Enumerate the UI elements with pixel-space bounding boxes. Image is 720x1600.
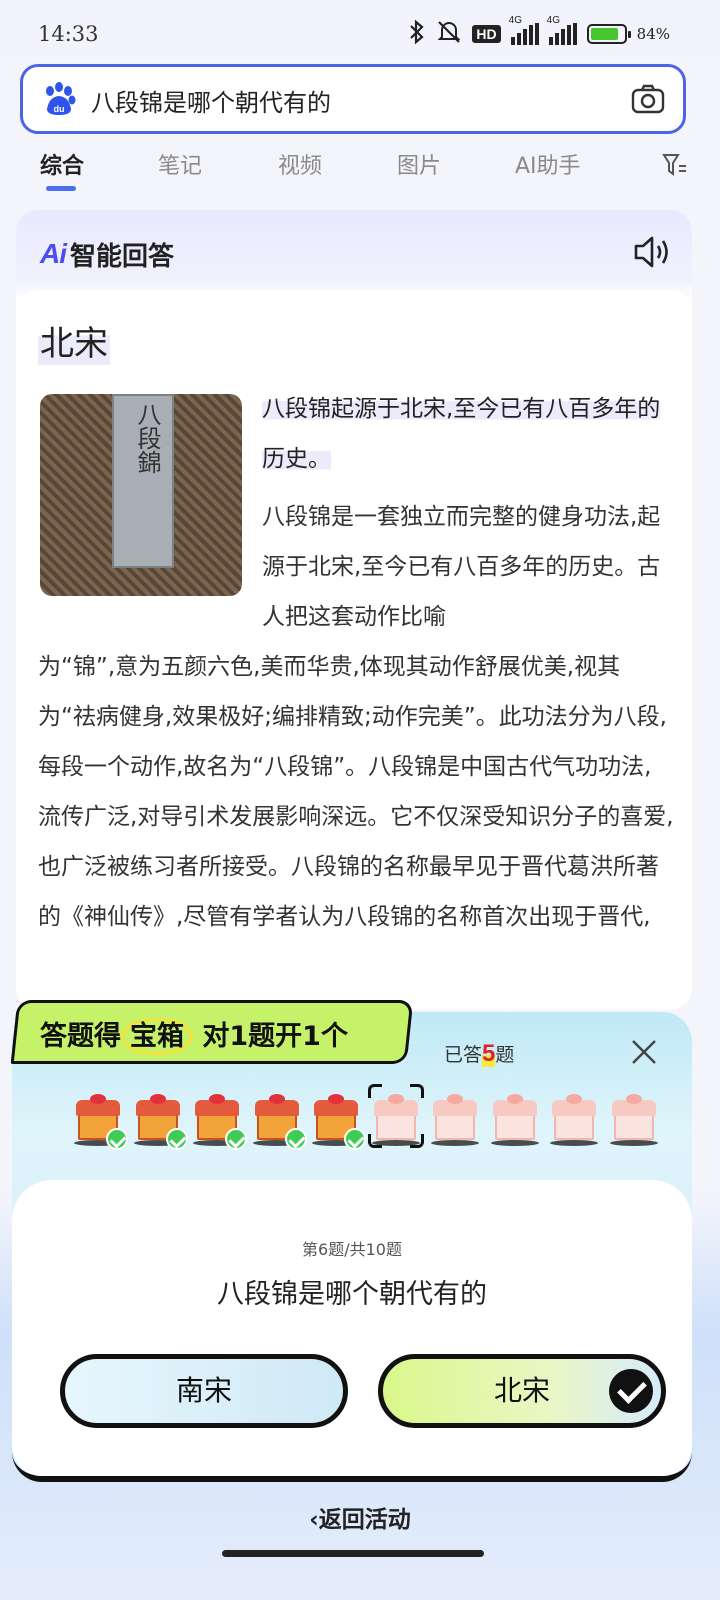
treasure-chest-locked-icon (431, 1094, 479, 1146)
search-tabs: 综合 笔记 视频 图片 AI助手 (0, 140, 720, 196)
filter-icon[interactable] (662, 152, 688, 178)
treasure-chest-opened-icon (133, 1094, 188, 1150)
answer-title: 北宋 (38, 316, 110, 365)
treasure-chest-opened-icon (252, 1094, 307, 1150)
chest-progress-row (62, 1084, 662, 1164)
answer-paragraph-right: 八段锦是一套独立而完整的健身功法,起源于北宋,至今已有八百多年的历史。古人把这套… (262, 504, 661, 630)
check-badge-icon (284, 1128, 307, 1150)
status-bar: 14:33 HD 4G 4G 84% (0, 0, 720, 62)
mute-bell-icon (436, 19, 462, 50)
battery-icon (586, 24, 631, 44)
battery-percent: 84% (636, 25, 670, 43)
option-button-2[interactable]: 北宋 (378, 1354, 666, 1428)
home-indicator[interactable] (222, 1550, 484, 1557)
current-chest-frame (367, 1084, 424, 1148)
treasure-chest-opened-icon (74, 1094, 128, 1150)
tab-comprehensive[interactable]: 综合 (40, 148, 84, 180)
answer-paragraph-full: 为“锦”,意为五颜六色,美而华贵,体现其动作舒展优美,视其为“祛病健身,效果极好… (38, 654, 674, 930)
close-icon[interactable] (630, 1038, 658, 1066)
quiz-panel: 答题得 宝箱 对1题开1个 已答5题 第6题/共10题 八段锦是哪个朝代有的 南宋… (10, 1000, 692, 1482)
speaker-icon[interactable] (632, 232, 672, 272)
option-label: 南宋 (175, 1374, 232, 1407)
question-text: 八段锦是哪个朝代有的 (217, 1279, 487, 1310)
svg-text:du: du (54, 104, 65, 114)
check-circle-icon (609, 1369, 653, 1413)
tab-videos[interactable]: 视频 (278, 148, 322, 180)
treasure-chest-opened-icon (193, 1094, 247, 1150)
quiz-banner-text: 答题得 宝箱 对1题开1个 (40, 1014, 348, 1055)
check-badge-icon (106, 1128, 128, 1150)
ai-answer-body: 北宋 八段錦 八段锦起源于北宋,至今已有八百多年的历史。 八段锦是一套独立而完整… (16, 290, 692, 1010)
answer-image[interactable]: 八段錦 (40, 394, 242, 596)
tab-ai-assistant[interactable]: AI助手 (515, 148, 581, 180)
battery-fill (590, 28, 618, 40)
treasure-chest-locked-icon (550, 1094, 598, 1146)
signal-icon-1: 4G (509, 15, 539, 45)
option-button-1[interactable]: 南宋 (60, 1354, 348, 1428)
check-badge-icon (225, 1128, 247, 1150)
search-box[interactable]: du 八段锦是哪个朝代有的 (20, 64, 686, 134)
treasure-chest-locked-icon (609, 1094, 658, 1146)
tab-active-indicator (46, 186, 76, 191)
book-title-text: 八段錦 (133, 402, 161, 474)
answer-highlight: 八段锦起源于北宋,至今已有八百多年的历史。 (262, 384, 662, 484)
option-label: 北宋 (493, 1374, 550, 1407)
check-badge-icon (165, 1128, 188, 1150)
check-badge-icon (344, 1128, 366, 1150)
treasure-chest-locked-icon (490, 1094, 539, 1146)
hd-badge: HD (472, 25, 501, 43)
camera-icon[interactable] (631, 83, 665, 115)
question-progress: 第6题/共10题 (302, 1240, 402, 1259)
answered-count: 已答5题 (444, 1040, 515, 1067)
signal-icon-2: 4G (547, 15, 577, 45)
tab-notes[interactable]: 笔记 (158, 148, 202, 180)
question-card: 第6题/共10题 八段锦是哪个朝代有的 南宋 北宋 (12, 1180, 692, 1476)
ai-answer-header: Ai 智能回答 (40, 232, 174, 276)
ai-answer-title: 智能回答 (70, 241, 175, 272)
banner-circled-word: 宝箱 (121, 1018, 193, 1055)
book-title-slip: 八段錦 (112, 394, 174, 568)
status-icons: HD 4G 4G 84% (408, 15, 670, 50)
back-to-activity-link[interactable]: ‹返回活动 (0, 1500, 720, 1534)
tab-images[interactable]: 图片 (397, 148, 441, 180)
ai-answer-card: Ai 智能回答 北宋 八段錦 八段锦起源于北宋,至今已有八百多年的历史。 八段锦… (16, 210, 692, 1010)
bluetooth-icon (408, 19, 426, 50)
back-label: 返回活动 (318, 1507, 411, 1533)
search-input[interactable]: 八段锦是哪个朝代有的 (91, 83, 331, 118)
answer-highlight-text: 八段锦起源于北宋,至今已有八百多年的历史。 (262, 396, 661, 472)
status-time: 14:33 (38, 22, 99, 46)
baidu-paw-icon: du (41, 81, 77, 117)
treasure-chest-opened-icon (312, 1094, 366, 1150)
ai-logo: Ai (40, 238, 67, 269)
chevron-left-icon: ‹ (309, 1507, 319, 1533)
